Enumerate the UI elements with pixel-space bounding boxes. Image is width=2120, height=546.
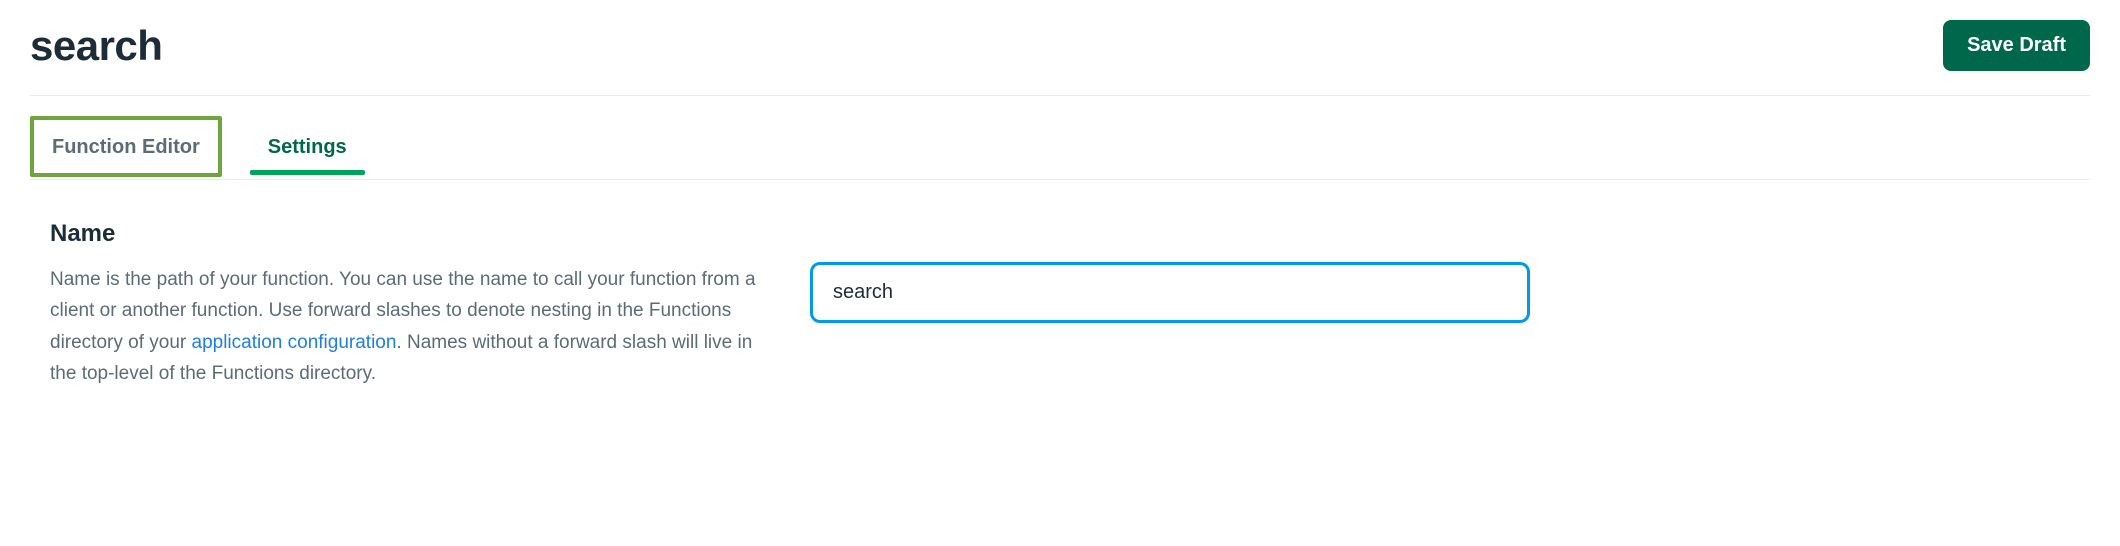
application-configuration-link[interactable]: application configuration <box>192 332 397 353</box>
name-input[interactable] <box>810 262 1530 323</box>
tabs-row: Function Editor Settings <box>30 114 2090 180</box>
name-field-description: Name is the path of your function. You c… <box>50 264 770 389</box>
page-title: search <box>30 22 162 70</box>
page-header: search Save Draft <box>30 20 2090 96</box>
name-input-wrap <box>810 220 1530 323</box>
tab-settings[interactable]: Settings <box>250 120 365 173</box>
tab-function-editor[interactable]: Function Editor <box>30 116 222 177</box>
name-field-row: Name Name is the path of your function. … <box>50 220 1530 389</box>
name-field-info: Name Name is the path of your function. … <box>50 220 770 389</box>
settings-content: Name Name is the path of your function. … <box>30 180 1550 389</box>
save-draft-button[interactable]: Save Draft <box>1943 20 2090 71</box>
name-field-label: Name <box>50 220 770 248</box>
